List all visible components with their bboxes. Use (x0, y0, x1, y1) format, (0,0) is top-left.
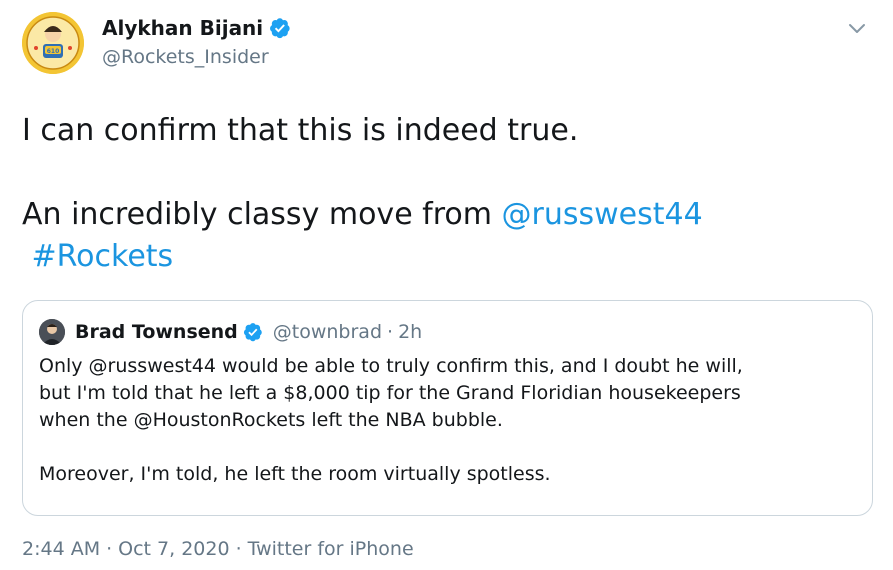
charity-badge-avatar-icon: 610 (22, 12, 84, 74)
quoted-text-line: Moreover, I'm told, he left the room vir… (39, 463, 551, 485)
tweet-date[interactable]: Oct 7, 2020 (118, 538, 229, 560)
person-avatar-icon (39, 319, 65, 345)
mention-link[interactable]: @russwest44 (502, 197, 703, 232)
quoted-author-name: Brad Townsend (75, 321, 238, 343)
tweet-text-line: #Rockets (22, 236, 872, 278)
author-block: Alykhan Bijani @Rockets_Insider (102, 14, 291, 68)
quoted-tweet-header: Brad Townsend @townbrad · 2h (39, 317, 422, 347)
tweet-metadata: 2:44 AM · Oct 7, 2020 · Twitter for iPho… (22, 538, 414, 560)
tweet-timestamp[interactable]: 2:44 AM (22, 538, 100, 560)
author-name-row: Alykhan Bijani (102, 14, 291, 42)
tweet-text: I can confirm that this is indeed true. … (22, 110, 872, 278)
tweet-source[interactable]: Twitter for iPhone (248, 538, 414, 560)
hashtag-link[interactable]: #Rockets (32, 239, 174, 274)
author-name[interactable]: Alykhan Bijani (102, 16, 263, 40)
separator-dot: · (106, 538, 113, 560)
chevron-down-icon[interactable] (845, 16, 869, 40)
quoted-tweet-time: 2h (398, 321, 423, 343)
verified-badge-icon (243, 323, 262, 342)
tweet-card: 610 Alykhan Bijani @Rockets_Insider I ca… (0, 0, 893, 570)
quoted-author-handle: @townbrad (272, 321, 383, 343)
quoted-text-line: Only @russwest44 would be able to truly … (39, 355, 743, 377)
quoted-text-line: when the @HoustonRockets left the NBA bu… (39, 409, 503, 431)
separator-dot: · (387, 321, 394, 343)
tweet-text-gap (22, 152, 872, 194)
svg-text:610: 610 (47, 48, 60, 55)
tweet-text-prefix: An incredibly classy move from (22, 197, 502, 232)
quoted-text-gap (39, 434, 859, 461)
quoted-author-avatar (39, 319, 65, 345)
quoted-tweet-card[interactable]: Brad Townsend @townbrad · 2h Only @russw… (22, 300, 873, 516)
author-handle[interactable]: @Rockets_Insider (102, 46, 291, 68)
quoted-tweet-text: Only @russwest44 would be able to truly … (39, 353, 859, 488)
quoted-text-line: but I'm told that he left a $8,000 tip f… (39, 382, 741, 404)
tweet-text-line: An incredibly classy move from @russwest… (22, 194, 872, 236)
verified-badge-icon (270, 18, 290, 39)
separator-dot: · (235, 538, 242, 560)
tweet-text-line: I can confirm that this is indeed true. (22, 113, 579, 148)
author-avatar[interactable]: 610 (22, 12, 84, 74)
